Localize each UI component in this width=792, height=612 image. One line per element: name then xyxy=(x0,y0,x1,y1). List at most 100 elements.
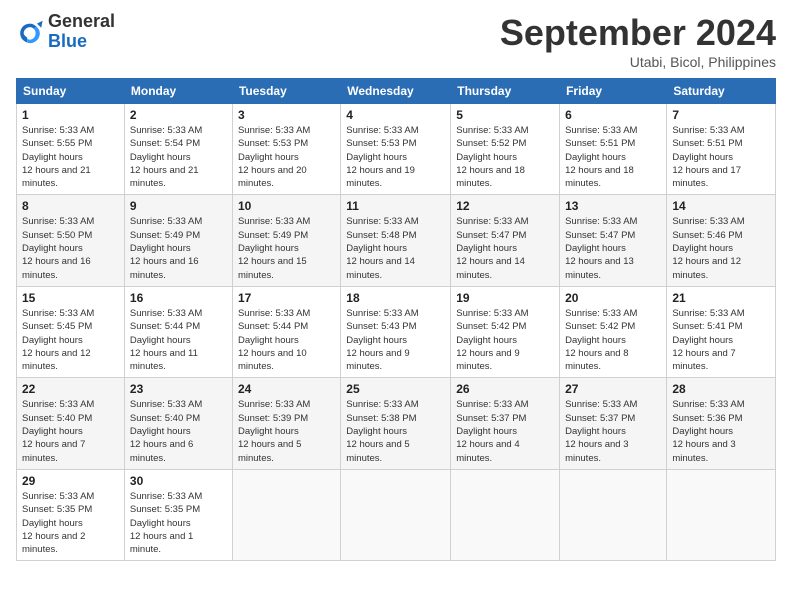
table-row: 29 Sunrise: 5:33 AM Sunset: 5:35 PM Dayl… xyxy=(17,469,125,560)
sunset-label: Sunset: 5:54 PM xyxy=(130,138,200,149)
sunset-label: Sunset: 5:44 PM xyxy=(238,321,308,332)
sunset-label: Sunset: 5:42 PM xyxy=(565,321,635,332)
day-info: Sunrise: 5:33 AM Sunset: 5:46 PM Dayligh… xyxy=(672,215,770,281)
table-row: 15 Sunrise: 5:33 AM Sunset: 5:45 PM Dayl… xyxy=(17,286,125,377)
table-row: 9 Sunrise: 5:33 AM Sunset: 5:49 PM Dayli… xyxy=(124,195,232,286)
daylight-label: Daylight hours xyxy=(130,243,191,254)
sunrise-label: Sunrise: 5:33 AM xyxy=(238,399,310,410)
daylight-label: Daylight hours xyxy=(22,518,83,529)
daylight-label: Daylight hours xyxy=(456,426,517,437)
daylight-duration: 12 hours and 14 minutes. xyxy=(346,256,415,280)
sunrise-label: Sunrise: 5:33 AM xyxy=(22,216,94,227)
daylight-duration: 12 hours and 18 minutes. xyxy=(456,165,525,189)
daylight-label: Daylight hours xyxy=(22,243,83,254)
daylight-label: Daylight hours xyxy=(672,152,733,163)
daylight-duration: 12 hours and 1 minute. xyxy=(130,531,193,555)
day-number: 8 xyxy=(22,199,119,213)
daylight-label: Daylight hours xyxy=(238,426,299,437)
header-thursday: Thursday xyxy=(451,79,560,104)
daylight-duration: 12 hours and 21 minutes. xyxy=(22,165,91,189)
day-number: 13 xyxy=(565,199,661,213)
table-row: 10 Sunrise: 5:33 AM Sunset: 5:49 PM Dayl… xyxy=(232,195,340,286)
sunset-label: Sunset: 5:45 PM xyxy=(22,321,92,332)
day-info: Sunrise: 5:33 AM Sunset: 5:39 PM Dayligh… xyxy=(238,398,335,464)
day-info: Sunrise: 5:33 AM Sunset: 5:51 PM Dayligh… xyxy=(565,124,661,190)
day-number: 16 xyxy=(130,291,227,305)
day-info: Sunrise: 5:33 AM Sunset: 5:52 PM Dayligh… xyxy=(456,124,554,190)
sunset-label: Sunset: 5:38 PM xyxy=(346,413,416,424)
daylight-label: Daylight hours xyxy=(565,426,626,437)
daylight-label: Daylight hours xyxy=(565,335,626,346)
sunrise-label: Sunrise: 5:33 AM xyxy=(565,399,637,410)
day-info: Sunrise: 5:33 AM Sunset: 5:35 PM Dayligh… xyxy=(130,490,227,556)
day-info: Sunrise: 5:33 AM Sunset: 5:53 PM Dayligh… xyxy=(346,124,445,190)
sunset-label: Sunset: 5:42 PM xyxy=(456,321,526,332)
daylight-duration: 12 hours and 16 minutes. xyxy=(130,256,199,280)
day-info: Sunrise: 5:33 AM Sunset: 5:45 PM Dayligh… xyxy=(22,307,119,373)
daylight-duration: 12 hours and 21 minutes. xyxy=(130,165,199,189)
table-row xyxy=(451,469,560,560)
sunrise-label: Sunrise: 5:33 AM xyxy=(22,399,94,410)
table-row: 7 Sunrise: 5:33 AM Sunset: 5:51 PM Dayli… xyxy=(667,104,776,195)
table-row: 28 Sunrise: 5:33 AM Sunset: 5:36 PM Dayl… xyxy=(667,378,776,469)
sunrise-label: Sunrise: 5:33 AM xyxy=(130,216,202,227)
table-row: 3 Sunrise: 5:33 AM Sunset: 5:53 PM Dayli… xyxy=(232,104,340,195)
day-info: Sunrise: 5:33 AM Sunset: 5:50 PM Dayligh… xyxy=(22,215,119,281)
day-info: Sunrise: 5:33 AM Sunset: 5:54 PM Dayligh… xyxy=(130,124,227,190)
header-friday: Friday xyxy=(560,79,667,104)
daylight-label: Daylight hours xyxy=(238,243,299,254)
day-info: Sunrise: 5:33 AM Sunset: 5:38 PM Dayligh… xyxy=(346,398,445,464)
sunset-label: Sunset: 5:36 PM xyxy=(672,413,742,424)
calendar-row: 8 Sunrise: 5:33 AM Sunset: 5:50 PM Dayli… xyxy=(17,195,776,286)
table-row: 14 Sunrise: 5:33 AM Sunset: 5:46 PM Dayl… xyxy=(667,195,776,286)
day-number: 27 xyxy=(565,382,661,396)
header-saturday: Saturday xyxy=(667,79,776,104)
table-row: 6 Sunrise: 5:33 AM Sunset: 5:51 PM Dayli… xyxy=(560,104,667,195)
day-number: 20 xyxy=(565,291,661,305)
table-row: 5 Sunrise: 5:33 AM Sunset: 5:52 PM Dayli… xyxy=(451,104,560,195)
sunrise-label: Sunrise: 5:33 AM xyxy=(565,125,637,136)
day-number: 3 xyxy=(238,108,335,122)
sunrise-label: Sunrise: 5:33 AM xyxy=(672,216,744,227)
table-row: 1 Sunrise: 5:33 AM Sunset: 5:55 PM Dayli… xyxy=(17,104,125,195)
daylight-duration: 12 hours and 15 minutes. xyxy=(238,256,307,280)
table-row: 16 Sunrise: 5:33 AM Sunset: 5:44 PM Dayl… xyxy=(124,286,232,377)
daylight-label: Daylight hours xyxy=(456,335,517,346)
day-number: 18 xyxy=(346,291,445,305)
sunset-label: Sunset: 5:51 PM xyxy=(672,138,742,149)
sunrise-label: Sunrise: 5:33 AM xyxy=(456,125,528,136)
weekday-header-row: Sunday Monday Tuesday Wednesday Thursday… xyxy=(17,79,776,104)
sunset-label: Sunset: 5:46 PM xyxy=(672,230,742,241)
sunset-label: Sunset: 5:53 PM xyxy=(346,138,416,149)
sunrise-label: Sunrise: 5:33 AM xyxy=(346,216,418,227)
sunset-label: Sunset: 5:47 PM xyxy=(565,230,635,241)
table-row: 11 Sunrise: 5:33 AM Sunset: 5:48 PM Dayl… xyxy=(341,195,451,286)
sunset-label: Sunset: 5:40 PM xyxy=(22,413,92,424)
sunset-label: Sunset: 5:40 PM xyxy=(130,413,200,424)
daylight-duration: 12 hours and 9 minutes. xyxy=(346,348,409,372)
day-number: 12 xyxy=(456,199,554,213)
logo-icon xyxy=(16,18,44,46)
calendar-row: 29 Sunrise: 5:33 AM Sunset: 5:35 PM Dayl… xyxy=(17,469,776,560)
sunset-label: Sunset: 5:55 PM xyxy=(22,138,92,149)
sunrise-label: Sunrise: 5:33 AM xyxy=(672,308,744,319)
daylight-label: Daylight hours xyxy=(346,335,407,346)
sunset-label: Sunset: 5:50 PM xyxy=(22,230,92,241)
daylight-label: Daylight hours xyxy=(346,152,407,163)
title-area: September 2024 Utabi, Bicol, Philippines xyxy=(500,12,776,70)
daylight-label: Daylight hours xyxy=(672,335,733,346)
table-row: 19 Sunrise: 5:33 AM Sunset: 5:42 PM Dayl… xyxy=(451,286,560,377)
page-container: General Blue September 2024 Utabi, Bicol… xyxy=(0,0,792,569)
sunset-label: Sunset: 5:43 PM xyxy=(346,321,416,332)
sunset-label: Sunset: 5:37 PM xyxy=(456,413,526,424)
table-row: 12 Sunrise: 5:33 AM Sunset: 5:47 PM Dayl… xyxy=(451,195,560,286)
daylight-duration: 12 hours and 12 minutes. xyxy=(22,348,91,372)
day-number: 4 xyxy=(346,108,445,122)
sunset-label: Sunset: 5:44 PM xyxy=(130,321,200,332)
day-number: 21 xyxy=(672,291,770,305)
day-number: 5 xyxy=(456,108,554,122)
calendar-table: Sunday Monday Tuesday Wednesday Thursday… xyxy=(16,78,776,561)
daylight-duration: 12 hours and 4 minutes. xyxy=(456,439,519,463)
day-info: Sunrise: 5:33 AM Sunset: 5:51 PM Dayligh… xyxy=(672,124,770,190)
daylight-duration: 12 hours and 3 minutes. xyxy=(672,439,735,463)
